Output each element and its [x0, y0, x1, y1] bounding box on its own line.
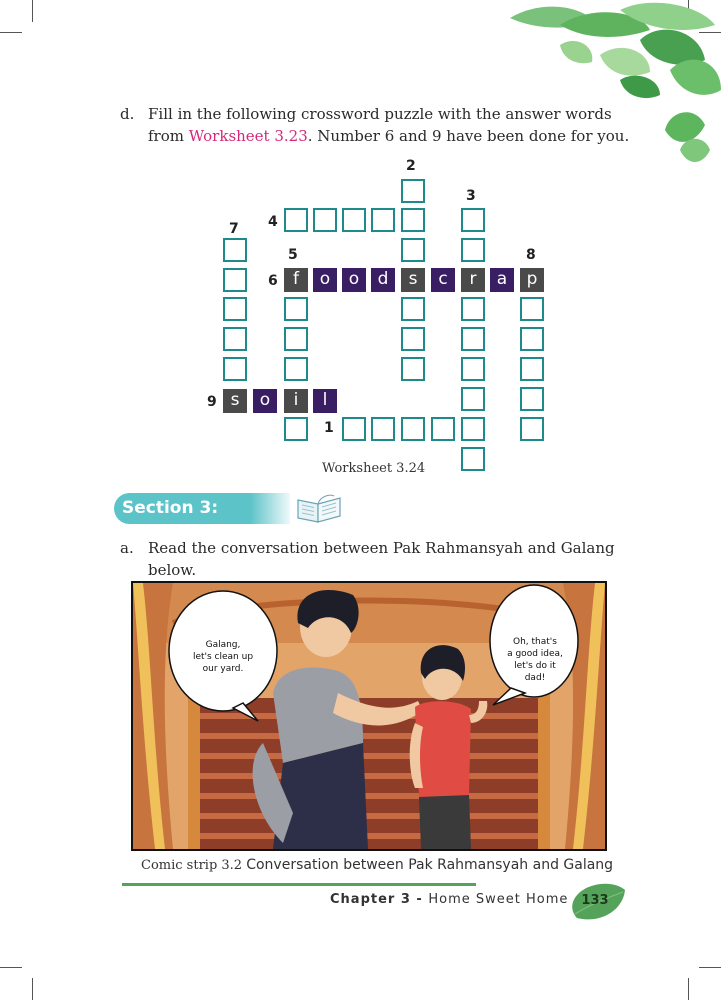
crossword-cell[interactable] [223, 268, 247, 292]
crossword-cell[interactable] [461, 297, 485, 321]
crossword-cell[interactable] [223, 327, 247, 351]
clue-number-7: 7 [229, 221, 239, 237]
clue-number-6: 6 [268, 273, 278, 289]
chapter-number: Chapter 3 - [330, 892, 429, 907]
crop-mark [688, 978, 689, 1000]
crossword-cell[interactable] [371, 208, 395, 232]
comic-illustration [133, 583, 605, 849]
item-letter: d. [120, 105, 135, 123]
worksheet-reference: Worksheet 3.23 [188, 127, 308, 145]
crossword-cell[interactable] [223, 238, 247, 262]
crossword-cell[interactable] [431, 417, 455, 441]
crop-mark [699, 967, 721, 968]
crossword-cell[interactable] [342, 208, 366, 232]
filled-cell: c [431, 268, 455, 292]
open-book-icon [297, 494, 341, 523]
crossword-cell[interactable] [284, 208, 308, 232]
clue-number-2: 2 [406, 158, 416, 174]
chapter-label: Chapter 3 - Home Sweet Home [330, 892, 568, 907]
crossword-cell[interactable] [461, 417, 485, 441]
crossword-cell[interactable] [371, 417, 395, 441]
crossword-cell[interactable] [520, 417, 544, 441]
crossword-cell[interactable] [401, 417, 425, 441]
crop-mark [32, 0, 33, 22]
instruction-text: Fill in the following crossword puzzle w… [148, 103, 648, 147]
item-letter: a. [120, 539, 134, 557]
bubble-line: let's do it [514, 661, 556, 671]
crossword-cell[interactable] [461, 447, 485, 471]
crossword-cell[interactable] [223, 297, 247, 321]
crossword-cell[interactable] [284, 357, 308, 381]
clue-number-9: 9 [207, 394, 217, 410]
bubble-line: a good idea, [507, 649, 563, 659]
reading-instruction-text: Read the conversation between Pak Rahman… [148, 539, 615, 579]
crossword-cell[interactable] [401, 179, 425, 203]
crossword-cell[interactable] [401, 208, 425, 232]
clue-number-8: 8 [526, 247, 536, 263]
comic-caption: Comic strip 3.2 Conversation between Pak… [141, 857, 613, 873]
bubble-line: our yard. [202, 664, 244, 674]
speech-bubble-left: Galang, let's clean up our yard. [183, 639, 263, 675]
filled-cell: i [284, 389, 308, 413]
clue-number-5: 5 [288, 247, 298, 263]
crossword-cell[interactable] [461, 208, 485, 232]
crossword-cell[interactable] [401, 238, 425, 262]
filled-cell: r [461, 268, 485, 292]
instruction-text-after: . Number 6 and 9 have been done for you. [307, 127, 630, 145]
crossword-cell[interactable] [342, 417, 366, 441]
filled-cell: d [371, 268, 395, 292]
worksheet-caption: Worksheet 3.24 [322, 461, 426, 476]
crop-mark [0, 967, 22, 968]
bubble-line: let's clean up [192, 652, 254, 662]
crossword-cell[interactable] [461, 357, 485, 381]
section-badge-fade [250, 493, 290, 524]
crossword-cell[interactable] [461, 327, 485, 351]
crossword-cell[interactable] [284, 327, 308, 351]
crossword-cell[interactable] [461, 238, 485, 262]
crossword-cell[interactable] [401, 327, 425, 351]
filled-cell: l [313, 389, 337, 413]
filled-cell: s [223, 389, 247, 413]
filled-cell: s [401, 268, 425, 292]
clue-number-3: 3 [466, 188, 476, 204]
crossword-cell[interactable] [284, 297, 308, 321]
filled-cell: o [313, 268, 337, 292]
crossword-cell[interactable] [401, 357, 425, 381]
crossword-cell[interactable] [401, 297, 425, 321]
crossword-cell[interactable] [520, 327, 544, 351]
crossword-cell[interactable] [313, 208, 337, 232]
clue-number-1: 1 [324, 420, 334, 436]
crossword-cell[interactable] [284, 417, 308, 441]
clue-number-4: 4 [268, 214, 278, 230]
bubble-line: Galang, [205, 640, 241, 650]
leaves-decoration [510, 2, 721, 163]
crossword-cell[interactable] [520, 387, 544, 411]
bubble-line: Oh, that's [513, 637, 557, 647]
filled-cell: o [342, 268, 366, 292]
chapter-title: Home Sweet Home [428, 892, 569, 907]
crossword-cell[interactable] [223, 357, 247, 381]
crossword-cell[interactable] [461, 387, 485, 411]
filled-cell: o [253, 389, 277, 413]
crop-mark [32, 978, 33, 1000]
crossword-cell[interactable] [520, 297, 544, 321]
comic-caption-label: Comic strip 3.2 [141, 858, 243, 873]
comic-strip: Galang, let's clean up our yard. Oh, tha… [131, 581, 607, 851]
bubble-line: dad! [524, 673, 546, 683]
filled-cell: a [490, 268, 514, 292]
comic-caption-text: Conversation between Pak Rahmansyah and … [246, 857, 614, 873]
filled-cell: p [520, 268, 544, 292]
page-number: 133 [581, 893, 609, 908]
footer-line [122, 883, 476, 886]
crop-mark [0, 32, 22, 33]
speech-bubble-right: Oh, that's a good idea, let's do it dad! [496, 636, 574, 684]
filled-cell: f [284, 268, 308, 292]
crossword-cell[interactable] [520, 357, 544, 381]
